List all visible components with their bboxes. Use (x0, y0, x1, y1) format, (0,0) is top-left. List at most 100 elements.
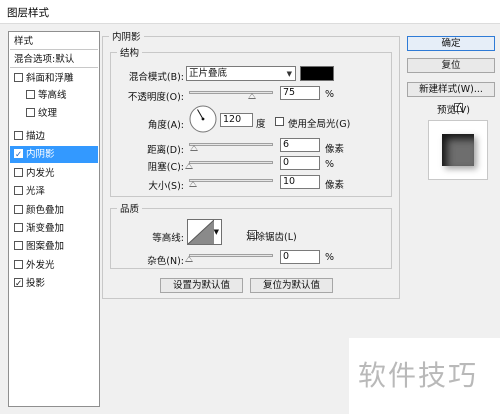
sidebar-item-label: 内发光 (26, 168, 55, 179)
sidebar-item-pattern-overlay[interactable]: 图案叠加 (10, 238, 98, 255)
ok-button[interactable]: 确定 (407, 36, 495, 51)
chevron-down-icon: ▼ (286, 70, 292, 78)
choke-label: 阻塞(C): (147, 162, 184, 173)
sidebar-item-color-overlay[interactable]: 颜色叠加 (10, 202, 98, 219)
distance-label: 距离(D): (147, 145, 184, 156)
sidebar-item-inner-shadow[interactable]: 内阴影 (10, 146, 98, 164)
style-list: 样式 混合选项:默认 斜面和浮雕 等高线 纹理 描边 内阴影 内发光 光泽 颜色… (8, 31, 100, 407)
size-label: 大小(S): (148, 181, 184, 192)
dialog-title-bar[interactable]: 图层样式 (0, 0, 500, 24)
sidebar-item-outer-glow[interactable]: 外发光 (10, 257, 98, 274)
reset-button[interactable]: 复位 (407, 58, 495, 73)
shadow-color-swatch[interactable] (300, 66, 334, 81)
dialog-title: 图层样式 (7, 7, 49, 19)
blend-mode-label: 混合模式(B): (128, 72, 184, 83)
color-overlay-checkbox[interactable] (14, 205, 23, 214)
noise-value: 0 (283, 251, 290, 262)
preview-label: 预览(V) (437, 105, 470, 116)
noise-slider-track[interactable] (189, 254, 273, 257)
chevron-down-icon: ▼ (213, 228, 219, 236)
opacity-unit: % (325, 89, 335, 100)
contour-picker[interactable]: ▼ (187, 219, 222, 245)
sidebar-item-label: 内阴影 (26, 149, 55, 160)
gradient-overlay-checkbox[interactable] (14, 223, 23, 232)
distance-input[interactable]: 6 (280, 138, 320, 152)
sidebar-item-drop-shadow[interactable]: 投影 (10, 275, 98, 293)
reset-default-button[interactable]: 复位为默认值 (250, 278, 333, 293)
sidebar-item-contour[interactable]: 等高线 (10, 87, 98, 104)
contour-preview-icon (188, 220, 214, 244)
sidebar-item-bevel-emboss[interactable]: 斜面和浮雕 (10, 70, 98, 87)
contour-checkbox[interactable] (26, 90, 35, 99)
sidebar-item-label: 描边 (26, 131, 46, 142)
angle-unit: 度 (256, 119, 266, 130)
outer-glow-checkbox[interactable] (14, 260, 23, 269)
noise-slider-handle[interactable] (185, 256, 193, 262)
sidebar-item-label: 光泽 (26, 186, 46, 197)
sidebar-item-blending-options[interactable]: 混合选项:默认 (10, 51, 98, 68)
stroke-checkbox[interactable] (14, 131, 23, 140)
sidebar-item-stroke[interactable]: 描边 (10, 128, 98, 145)
quality-title: 品质 (120, 204, 140, 215)
angle-dial[interactable] (188, 104, 218, 134)
sidebar-item-gradient-overlay[interactable]: 渐变叠加 (10, 220, 98, 237)
size-unit: 像素 (325, 180, 345, 191)
structure-title: 结构 (120, 48, 140, 59)
inner-glow-checkbox[interactable] (14, 168, 23, 177)
global-light-label: 使用全局光(G) (288, 119, 351, 130)
choke-slider-handle[interactable] (185, 163, 193, 169)
satin-checkbox[interactable] (14, 186, 23, 195)
sidebar-item-inner-glow[interactable]: 内发光 (10, 165, 98, 182)
opacity-label: 不透明度(O): (127, 92, 184, 103)
sidebar-item-label: 混合选项:默认 (14, 54, 75, 65)
opacity-input[interactable]: 75 (280, 86, 320, 100)
choke-unit: % (325, 159, 335, 170)
style-preview-square (442, 134, 474, 166)
noise-label: 杂色(N): (147, 256, 184, 267)
blend-mode-value: 正片叠底 (189, 68, 228, 79)
global-light-checkbox[interactable] (275, 117, 284, 126)
size-slider-track[interactable] (189, 179, 273, 182)
anti-alias-label: 消除锯齿(L) (246, 232, 297, 243)
set-default-button[interactable]: 设置为默认值 (160, 278, 243, 293)
pattern-overlay-checkbox[interactable] (14, 241, 23, 250)
angle-input[interactable]: 120 (220, 113, 253, 127)
choke-value: 0 (283, 157, 290, 168)
inner-shadow-checkbox[interactable] (14, 147, 23, 164)
drop-shadow-checkbox[interactable] (14, 276, 23, 293)
noise-input[interactable]: 0 (280, 250, 320, 264)
opacity-value: 75 (283, 87, 296, 98)
distance-slider-handle[interactable] (190, 145, 199, 151)
opacity-slider-track[interactable] (189, 91, 273, 94)
watermark-text: 软件技巧 (358, 359, 479, 392)
sidebar-item-label: 图案叠加 (26, 241, 65, 252)
texture-checkbox[interactable] (26, 108, 35, 117)
size-slider-handle[interactable] (189, 181, 198, 187)
distance-slider-track[interactable] (189, 143, 273, 146)
angle-value: 120 (223, 114, 242, 125)
blend-mode-select[interactable]: 正片叠底 ▼ (186, 66, 296, 81)
size-value: 10 (283, 176, 296, 187)
choke-slider-track[interactable] (189, 161, 273, 164)
style-preview-swatch (428, 120, 488, 180)
style-list-header[interactable]: 样式 (10, 33, 98, 50)
contour-label: 等高线: (152, 233, 184, 244)
sidebar-item-label: 样式 (14, 36, 34, 47)
sidebar-item-label: 渐变叠加 (26, 223, 65, 234)
choke-input[interactable]: 0 (280, 156, 320, 170)
bevel-emboss-checkbox[interactable] (14, 73, 23, 82)
sidebar-item-label: 颜色叠加 (26, 205, 65, 216)
sidebar-item-label: 斜面和浮雕 (26, 73, 74, 84)
sidebar-item-label: 纹理 (38, 108, 58, 119)
angle-label: 角度(A): (147, 120, 184, 131)
opacity-slider-handle[interactable] (248, 93, 256, 99)
new-style-button[interactable]: 新建样式(W)... (407, 82, 495, 97)
noise-unit: % (325, 252, 335, 263)
watermark: 软件技巧 (349, 338, 500, 414)
size-input[interactable]: 10 (280, 175, 320, 189)
sidebar-item-satin[interactable]: 光泽 (10, 183, 98, 200)
inner-shadow-title: 内阴影 (112, 32, 141, 43)
sidebar-item-label: 外发光 (26, 260, 55, 271)
distance-value: 6 (283, 139, 290, 150)
sidebar-item-texture[interactable]: 纹理 (10, 105, 98, 122)
